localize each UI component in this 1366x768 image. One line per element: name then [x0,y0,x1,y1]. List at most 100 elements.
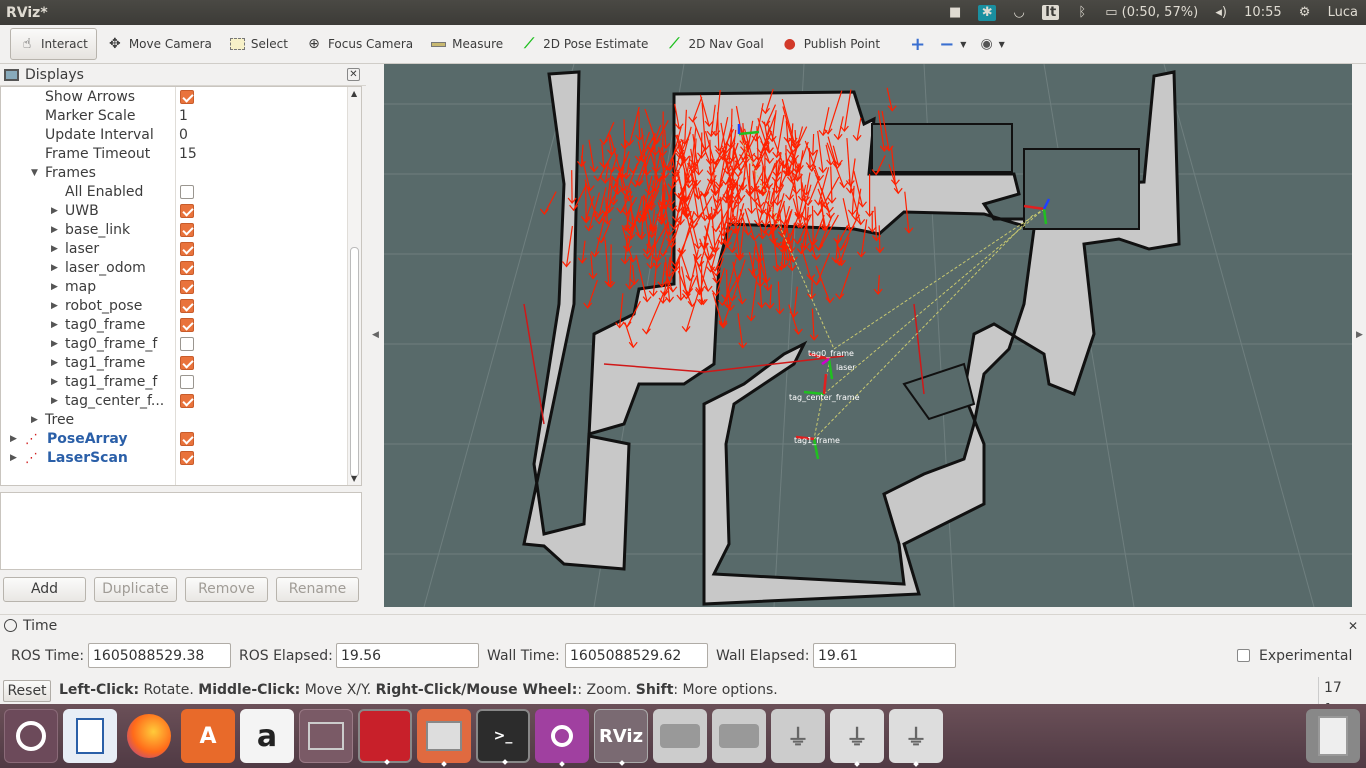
display-row-checkbox[interactable] [180,299,194,313]
ubuntu-launcher-icon[interactable] [4,709,58,763]
display-row[interactable]: ▶ tag0_frame [1,316,347,335]
system-monitor-icon[interactable] [358,709,412,765]
wifi-icon[interactable]: ◡ [1010,5,1028,21]
add-display-button[interactable]: Add [3,577,86,602]
wall-elapsed-field[interactable] [813,643,956,668]
remove-tool-button[interactable]: − ▼ [933,28,972,60]
display-row-checkbox[interactable] [180,261,194,275]
expand-right-icon[interactable]: ▶ [10,430,17,449]
expand-down-icon[interactable]: ▼ [31,164,38,183]
scrollbar-thumb[interactable] [350,247,359,477]
clock[interactable]: 10:55 [1244,5,1281,20]
move-camera-tool-button[interactable]: ✥ Move Camera [99,28,220,60]
display-row[interactable]: ▶ ⋰ PoseArray [1,430,347,449]
display-row-checkbox[interactable] [180,394,194,408]
usb-drive-icon[interactable]: ⏚ [771,709,825,763]
display-row[interactable]: ▶ Tree [1,411,347,430]
display-row[interactable]: ▶ UWB [1,202,347,221]
duplicate-display-button[interactable]: Duplicate [94,577,177,602]
terminal-icon[interactable]: >_ [476,709,530,765]
display-row-checkbox[interactable] [180,451,194,465]
software-center-icon[interactable]: A [181,709,235,763]
interact-tool-button[interactable]: ☝ Interact [10,28,97,60]
bluetooth-icon[interactable]: ᛒ [1073,5,1091,21]
display-row[interactable]: ▶ tag0_frame_f [1,335,347,354]
files-icon[interactable] [417,709,471,767]
scroll-down-icon[interactable]: ▼ [351,474,357,483]
camera-icon[interactable]: ■ [946,5,964,21]
wall-time-field[interactable] [565,643,708,668]
camera-app-icon[interactable] [535,709,589,767]
expand-right-icon[interactable]: ▶ [51,259,58,278]
expand-right-icon[interactable]: ▶ [10,449,17,468]
settings-gear-icon[interactable]: ⚙ [1296,5,1314,21]
trash-icon[interactable] [1306,709,1360,763]
writer-icon[interactable] [63,709,117,763]
select-tool-button[interactable]: Select [222,28,296,60]
reset-button[interactable]: Reset [3,680,51,702]
collapse-right-icon[interactable]: ▶ [1356,330,1363,340]
drive-icon[interactable] [653,709,707,763]
displays-tree[interactable]: Show Arrows Marker Scale 1 Update Interval 0… [0,86,362,486]
add-tool-button[interactable]: + [904,28,931,60]
display-row[interactable]: Frame Timeout 15 [1,145,347,164]
display-row[interactable]: ▶ tag_center_f... [1,392,347,411]
experimental-checkbox[interactable] [1237,649,1250,662]
display-row-checkbox[interactable] [180,375,194,389]
expand-right-icon[interactable]: ▶ [51,297,58,316]
ros-time-field[interactable] [88,643,231,668]
expand-right-icon[interactable]: ▶ [51,335,58,354]
publish-point-tool-button[interactable]: ● Publish Point [774,28,888,60]
display-row-checkbox[interactable] [180,337,194,351]
workspaces-icon[interactable] [299,709,353,763]
ros-elapsed-field[interactable] [336,643,479,668]
display-row[interactable]: ▶ robot_pose [1,297,347,316]
expand-right-icon[interactable]: ▶ [51,354,58,373]
display-row-value[interactable]: 15 [179,145,197,164]
teamviewer-icon[interactable]: ✱ [978,4,997,21]
amazon-icon[interactable]: a [240,709,294,763]
left-splitter[interactable]: ◀ [366,64,384,607]
display-row-checkbox[interactable] [180,223,194,237]
focus-camera-tool-button[interactable]: ⊕ Focus Camera [298,28,421,60]
display-row-value[interactable]: 1 [179,107,188,126]
display-row[interactable]: Marker Scale 1 [1,107,347,126]
drive-icon[interactable] [712,709,766,763]
keyboard-indicator[interactable]: It [1042,5,1060,20]
display-row-checkbox[interactable] [180,90,194,104]
battery-indicator[interactable]: ▭ (0:50, 57%) [1105,5,1198,20]
pose-estimate-tool-button[interactable]: ⟋ 2D Pose Estimate [513,28,656,60]
rename-display-button[interactable]: Rename [276,577,359,602]
display-row-checkbox[interactable] [180,242,194,256]
display-row-checkbox[interactable] [180,280,194,294]
rviz-icon[interactable]: RViz [594,709,648,766]
display-row[interactable]: ▼ Frames [1,164,347,183]
map-canvas[interactable]: tag0_frame laser tag_center_frame tag1_f… [384,64,1352,607]
view-menu-button[interactable]: ◉ ▼ [974,28,1010,60]
display-row-checkbox[interactable] [180,318,194,332]
display-row-checkbox[interactable] [180,185,194,199]
volume-icon[interactable]: ◂) [1212,5,1230,21]
expand-right-icon[interactable]: ▶ [31,411,38,430]
expand-right-icon[interactable]: ▶ [51,316,58,335]
3d-viewport[interactable]: tag0_frame laser tag_center_frame tag1_f… [384,64,1352,607]
display-row-checkbox[interactable] [180,432,194,446]
display-row[interactable]: ▶ ⋰ LaserScan [1,449,347,468]
display-row[interactable]: ▶ laser_odom [1,259,347,278]
display-row[interactable]: ▶ base_link [1,221,347,240]
scroll-up-icon[interactable]: ▲ [351,89,357,98]
display-row[interactable]: ▶ map [1,278,347,297]
firefox-icon[interactable] [122,709,176,763]
display-row[interactable]: ▶ tag1_frame [1,354,347,373]
collapse-left-icon[interactable]: ◀ [372,330,379,340]
measure-tool-button[interactable]: Measure [423,28,511,60]
usb-device-icon[interactable]: ⏚ [889,709,943,767]
display-row[interactable]: Update Interval 0 [1,126,347,145]
display-row-value[interactable]: 0 [179,126,188,145]
display-row[interactable]: All Enabled [1,183,347,202]
display-row[interactable]: ▶ laser [1,240,347,259]
expand-right-icon[interactable]: ▶ [51,221,58,240]
expand-right-icon[interactable]: ▶ [51,240,58,259]
usb-device-icon[interactable]: ⏚ [830,709,884,767]
display-row[interactable]: Show Arrows [1,88,347,107]
